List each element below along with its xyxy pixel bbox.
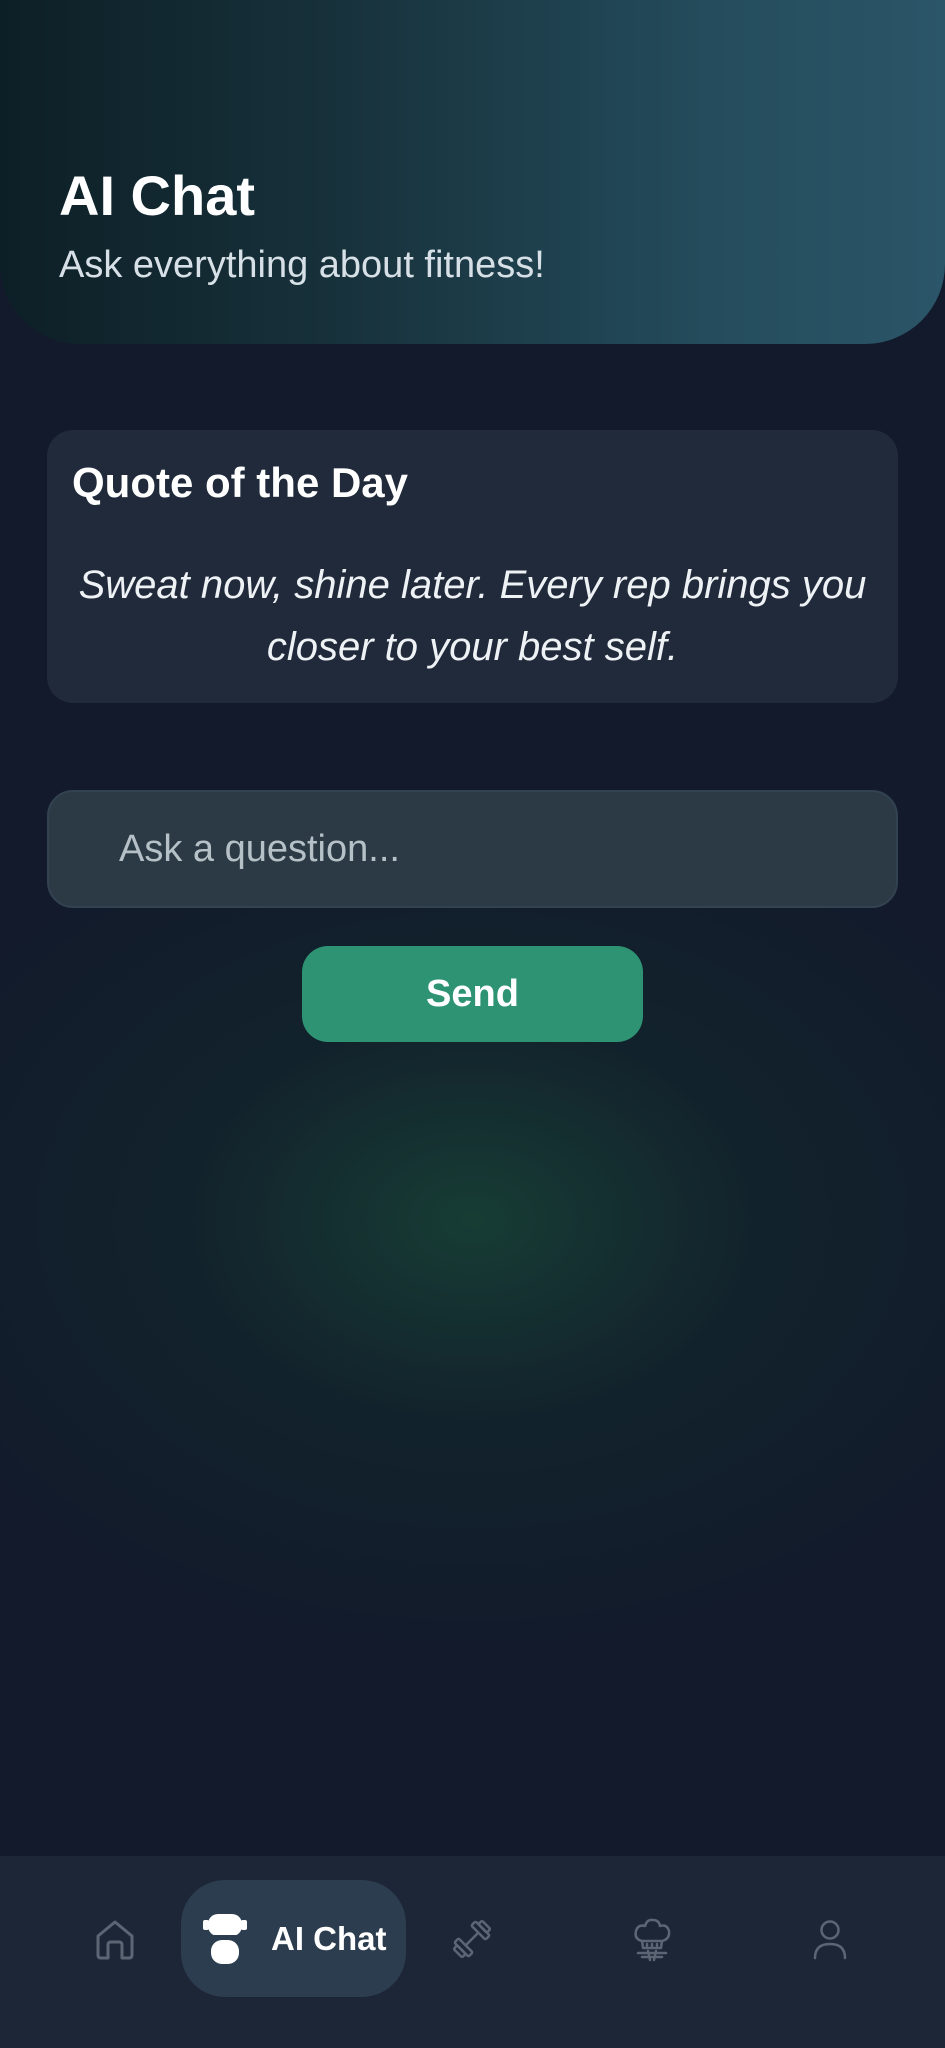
profile-icon (813, 1919, 847, 1959)
nav-item-nutrition[interactable] (612, 1880, 692, 1997)
nav-item-workouts[interactable] (432, 1880, 512, 1997)
nav-item-profile[interactable] (790, 1880, 870, 1997)
question-input[interactable] (47, 790, 898, 908)
home-icon (96, 1920, 134, 1959)
quote-text: Sweat now, shine later. Every rep brings… (78, 563, 867, 669)
nav-item-home[interactable] (75, 1880, 155, 1997)
page-title: AI Chat (59, 164, 255, 227)
quote-card: Quote of the Day Sweat now, shine later.… (47, 430, 898, 703)
page-subtitle: Ask everything about fitness! (59, 244, 545, 286)
quote-title: Quote of the Day (72, 459, 409, 506)
send-button[interactable]: Send (302, 946, 643, 1042)
nav-item-ai-chat[interactable]: AI Chat (181, 1880, 406, 1997)
chef-hat-icon (634, 1918, 671, 1961)
robot-chat-icon (203, 1913, 247, 1964)
header-banner: AI Chat Ask everything about fitness! (0, 0, 945, 344)
nav-item-label: AI Chat (271, 1919, 387, 1957)
dumbbell-icon (452, 1919, 492, 1958)
